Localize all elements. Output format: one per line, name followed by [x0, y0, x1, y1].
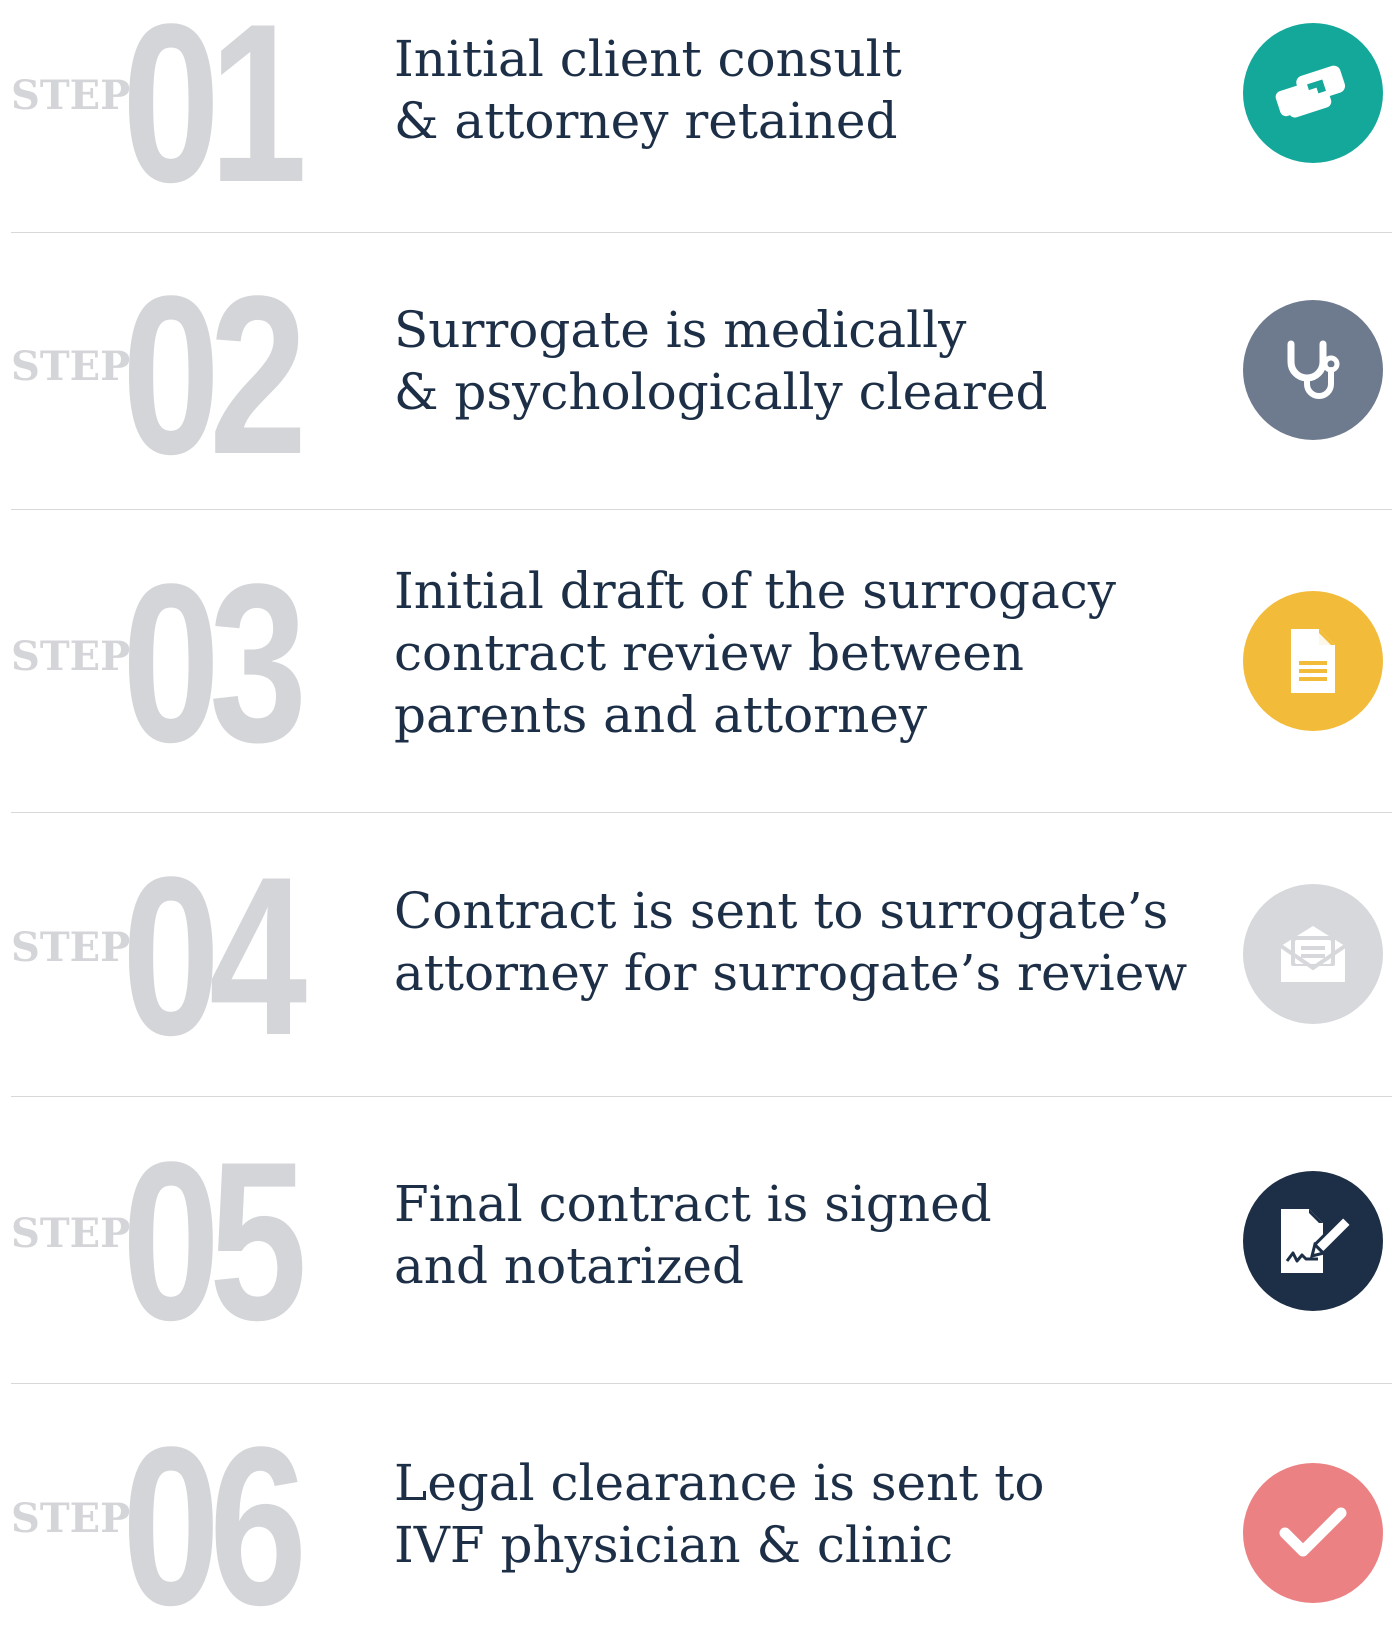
divider	[11, 232, 1392, 233]
step-description-line: attorney for surrogate’s review	[394, 944, 1188, 1002]
step-description-line: Final contract is signed	[394, 1175, 992, 1233]
step-description-line: IVF physician & clinic	[394, 1516, 954, 1574]
handshake-icon	[1243, 23, 1383, 163]
step-number: 01	[122, 0, 307, 229]
checkmark-icon	[1243, 1463, 1383, 1603]
divider	[11, 509, 1392, 510]
step-number: 05	[122, 1114, 307, 1367]
divider	[11, 1383, 1392, 1384]
step-description-line: Initial client consult	[394, 30, 902, 88]
step-description-line: Legal clearance is sent to	[394, 1454, 1045, 1512]
step-description-line: parents and attorney	[394, 686, 928, 744]
step-description-line: & attorney retained	[394, 92, 898, 150]
step-label: STEP	[11, 1495, 131, 1542]
document-icon	[1243, 591, 1383, 731]
step-description: Legal clearance is sent to IVF physician…	[394, 1452, 1194, 1576]
step-number: 02	[122, 248, 307, 501]
step-number: 03	[122, 536, 307, 789]
step-label: STEP	[11, 633, 131, 680]
step-description-line: Contract is sent to surrogate’s	[394, 882, 1169, 940]
sign-document-icon	[1243, 1171, 1383, 1311]
step-description: Initial client consult & attorney retain…	[394, 28, 1194, 152]
step-description-line: contract review between	[394, 624, 1024, 682]
envelope-icon	[1243, 884, 1383, 1024]
step-label: STEP	[11, 72, 131, 119]
step-description: Surrogate is medically & psychologically…	[394, 299, 1194, 423]
divider	[11, 812, 1392, 813]
step-description: Initial draft of the surrogacy contract …	[394, 560, 1194, 746]
step-description-line: Surrogate is medically	[394, 301, 967, 359]
divider	[11, 1096, 1392, 1097]
stethoscope-icon	[1243, 300, 1383, 440]
step-description-line: & psychologically cleared	[394, 363, 1048, 421]
step-description-line: Initial draft of the surrogacy	[394, 562, 1117, 620]
step-number: 06	[122, 1399, 307, 1652]
step-description-line: and notarized	[394, 1237, 744, 1295]
step-label: STEP	[11, 924, 131, 971]
step-description: Contract is sent to surrogate’s attorney…	[394, 880, 1194, 1004]
step-description: Final contract is signed and notarized	[394, 1173, 1194, 1297]
step-label: STEP	[11, 343, 131, 390]
step-label: STEP	[11, 1210, 131, 1257]
step-number: 04	[122, 829, 307, 1082]
